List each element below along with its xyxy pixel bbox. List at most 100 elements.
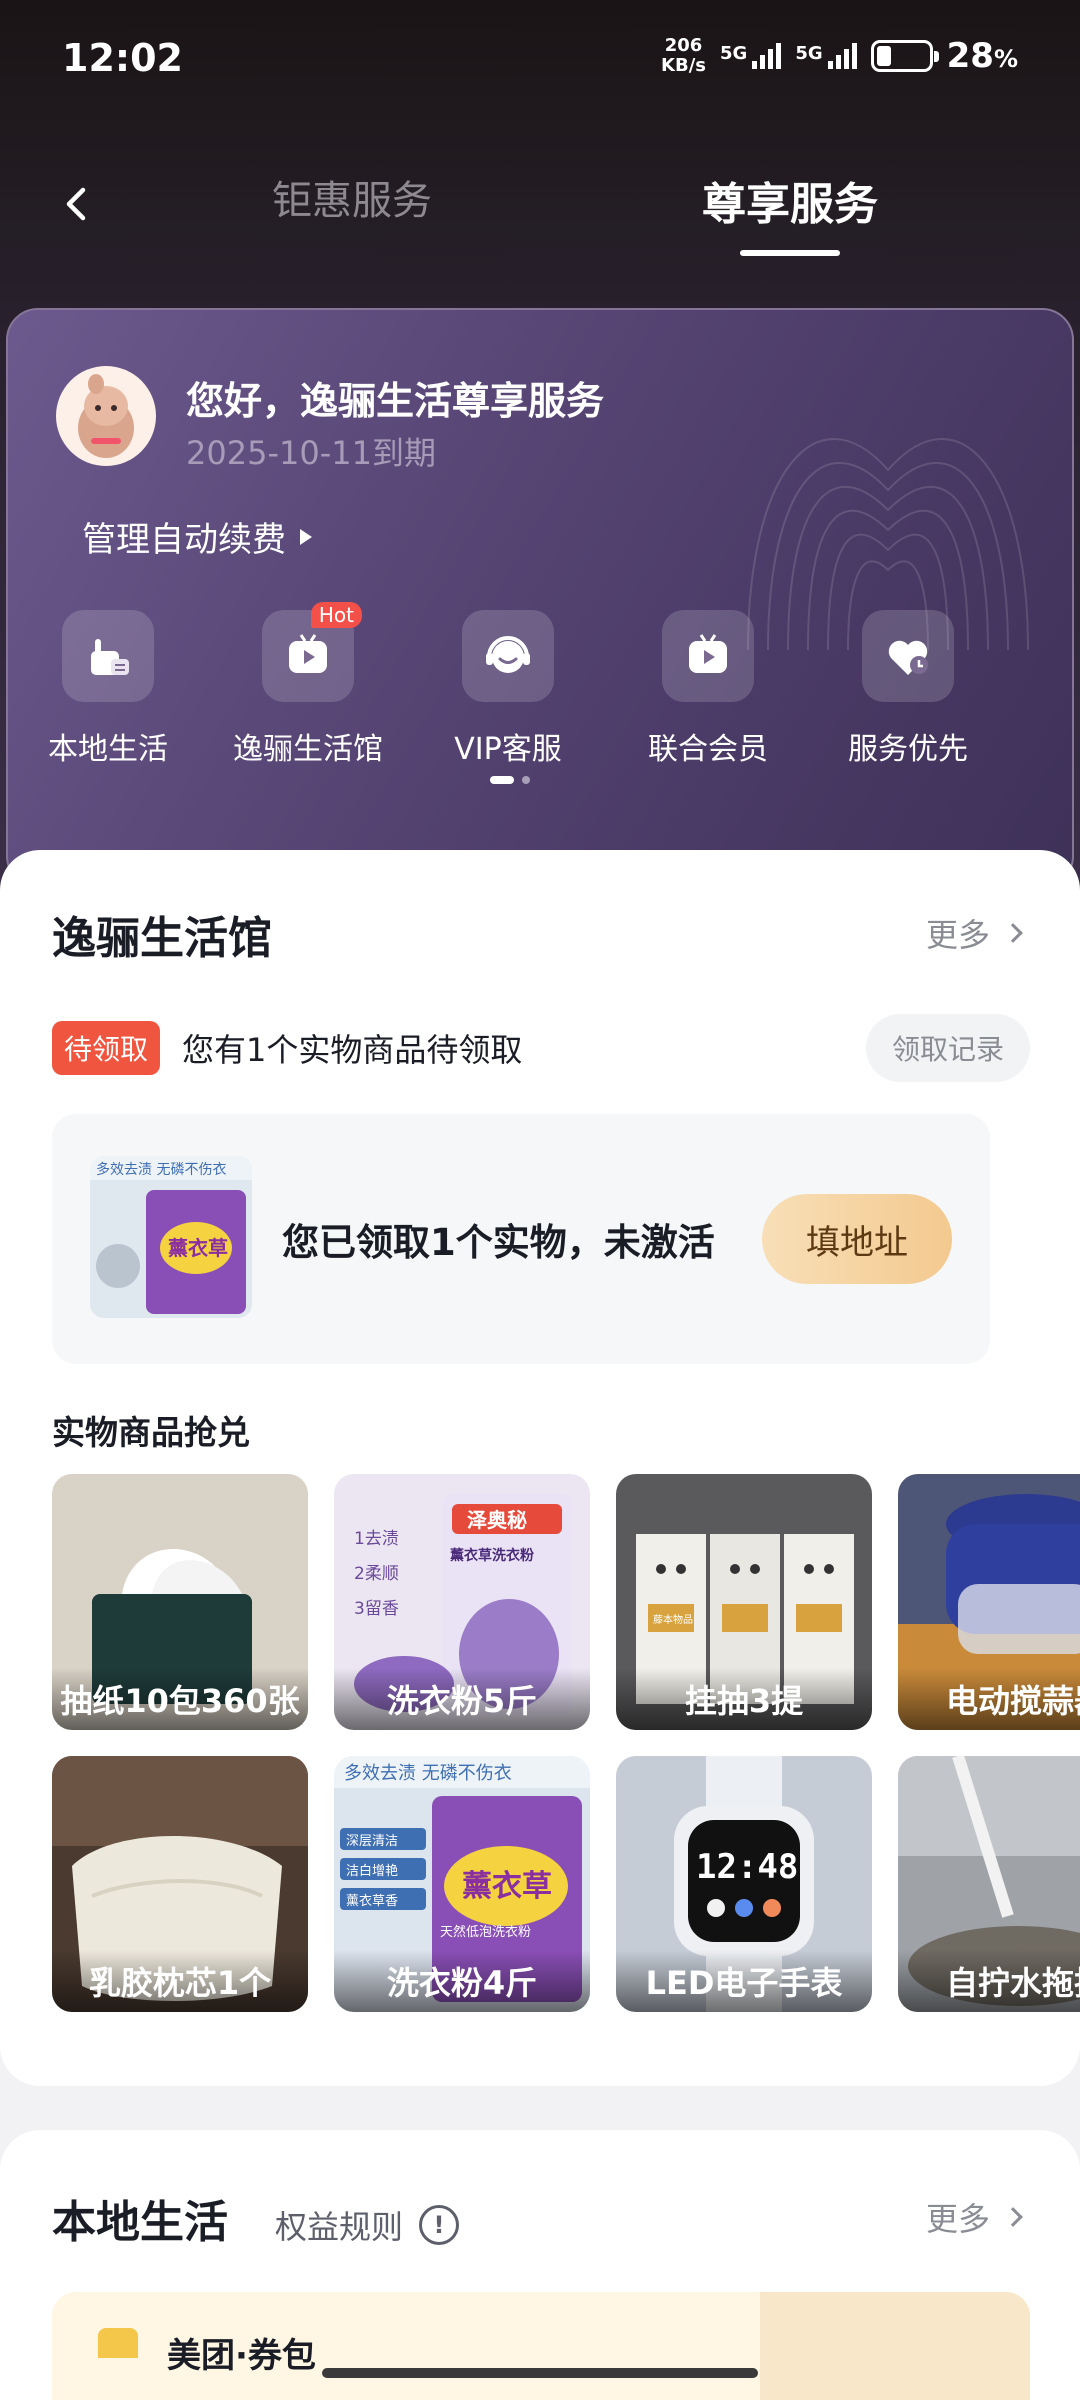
service-label: 联合会员 — [648, 732, 768, 767]
chevron-right-icon — [1003, 923, 1023, 943]
tv-icon — [662, 610, 754, 702]
benefit-rules-link[interactable]: 权益规则 ! — [275, 2202, 460, 2248]
product-tissue[interactable]: 抽纸10包360张 — [52, 1474, 308, 1730]
product-name: 洗衣粉5斤 — [334, 1668, 590, 1730]
product-name: 抽纸10包360张 — [52, 1668, 308, 1730]
member-card: 您好，逸骊生活尊享服务 2025-10-11到期 管理自动续费 本地生活 Hot… — [6, 308, 1074, 888]
svg-text:薰衣草洗衣粉: 薰衣草洗衣粉 — [450, 1547, 534, 1564]
avatar-mascot-icon — [78, 374, 134, 458]
svg-text:洁白增艳: 洁白增艳 — [346, 1863, 398, 1879]
manage-auto-renew[interactable]: 管理自动续费 — [82, 512, 312, 561]
coupon-title: 美团·券包 — [167, 2336, 316, 2376]
battery-level: 28% — [946, 36, 1018, 76]
svg-text:藤本物品: 藤本物品 — [653, 1613, 693, 1626]
service-local-life[interactable]: 本地生活 — [8, 610, 208, 768]
svg-text:薰衣草: 薰衣草 — [462, 1869, 552, 1904]
greeting-text: 您好，逸骊生活尊享服务 — [186, 379, 605, 423]
signal-icon-2: 5G — [795, 43, 857, 69]
svg-text:2柔顺: 2柔顺 — [354, 1564, 399, 1584]
auto-renew-label: 管理自动续费 — [82, 520, 286, 560]
tab-premium-service[interactable]: 尊享服务 — [702, 168, 878, 232]
svg-text:泽奥秘: 泽奥秘 — [467, 1508, 527, 1532]
product-detergent-5[interactable]: 泽奥秘薰衣草洗衣粉 1去渍 2柔顺 3留香 洗衣粉5斤 — [334, 1474, 590, 1730]
product-pillow[interactable]: 乳胶枕芯1个 — [52, 1756, 308, 2012]
network-type-2: 5G — [795, 43, 823, 64]
product-led-watch[interactable]: 12:48 LED电子手表 — [616, 1756, 872, 2012]
detergent-image-icon: 多效去渍 无磷不伤衣 薰衣草 — [90, 1156, 252, 1318]
info-icon: ! — [419, 2205, 460, 2245]
product-detergent-4[interactable]: 多效去渍 无磷不伤衣 薰衣草 天然低泡洗衣粉 深层清洁 洁白增艳 薰衣草香 洗衣粉4斤 — [334, 1756, 590, 2012]
product-name: 乳胶枕芯1个 — [52, 1950, 308, 2012]
heart-icon — [862, 610, 954, 702]
product-hanging-tissue[interactable]: 藤本物品 挂抽3提 — [616, 1474, 872, 1730]
local-coupon-card[interactable]: 美团·券包 — [52, 2292, 1030, 2400]
product-row-1: 抽纸10包360张 泽奥秘薰衣草洗衣粉 1去渍 2柔顺 3留香 洗衣粉5斤 藤本物品 … — [52, 1474, 1080, 1730]
expiry-date: 2025-10-11到期 — [186, 434, 436, 472]
service-joint-membership[interactable]: 联合会员 — [608, 610, 808, 768]
signal-icon-1: 5G — [720, 43, 782, 69]
svg-text:3留香: 3留香 — [354, 1599, 399, 1619]
service-label: 本地生活 — [48, 732, 168, 767]
gift-card: 多效去渍 无磷不伤衣 薰衣草 您已领取1个实物，未激活 填地址 — [52, 1114, 990, 1364]
status-bar: 12:02 206 KB/s 5G 5G 28% — [0, 0, 1080, 120]
product-name: 电动搅蒜器 — [898, 1668, 1080, 1730]
svg-text:薰衣草香: 薰衣草香 — [346, 1893, 398, 1909]
section-title: 本地生活 — [52, 2197, 228, 2248]
avatar[interactable] — [56, 366, 156, 466]
back-button[interactable] — [55, 180, 103, 228]
fill-address-button[interactable]: 填地址 — [762, 1194, 952, 1284]
service-label: VIP客服 — [454, 732, 562, 767]
pending-badge: 待领取 — [52, 1021, 161, 1075]
product-name: 挂抽3提 — [616, 1668, 872, 1730]
battery-icon — [870, 40, 939, 72]
home-indicator[interactable] — [322, 2368, 758, 2378]
product-row-2: 乳胶枕芯1个 多效去渍 无磷不伤衣 薰衣草 天然低泡洗衣粉 深层清洁 洁白增艳 薰衣草香 … — [52, 1756, 1080, 2012]
product-name: 洗衣粉4斤 — [334, 1950, 590, 2012]
product-mop[interactable]: 自拧水拖把 — [898, 1756, 1080, 2012]
svg-text:深层清洁: 深层清洁 — [346, 1834, 398, 1849]
lifestore-section: 逸骊生活馆 更多 待领取 您有1个实物商品待领取 领取记录 多效去渍 无磷不伤衣… — [0, 850, 1080, 2086]
speed-unit: KB/s — [661, 55, 706, 76]
service-label: 逸骊生活馆 — [233, 732, 383, 767]
back-arrow-icon — [66, 187, 86, 221]
coupon-icon — [98, 2328, 138, 2358]
more-label: 更多 — [925, 2200, 990, 2238]
rules-label: 权益规则 — [275, 2208, 404, 2246]
gift-thumbnail: 多效去渍 无磷不伤衣 薰衣草 — [90, 1156, 252, 1318]
svg-text:薰衣草: 薰衣草 — [168, 1236, 228, 1260]
headset-icon — [462, 610, 554, 702]
svg-text:12:48: 12:48 — [696, 1847, 798, 1887]
play-tv-icon: Hot — [262, 602, 362, 702]
network-speed: 206 KB/s — [661, 36, 706, 76]
status-icons: 206 KB/s 5G 5G 28% — [661, 36, 1018, 77]
local-life-icon — [62, 610, 154, 702]
pending-text: 您有1个实物商品待领取 — [182, 1031, 523, 1069]
service-label: 服务优先 — [848, 732, 968, 767]
more-link[interactable]: 更多 — [925, 910, 1023, 956]
service-priority[interactable]: 服务优先 — [808, 610, 1008, 768]
tab-discount-service[interactable]: 钜惠服务 — [272, 168, 432, 226]
top-nav: 钜惠服务 尊享服务 — [0, 150, 1080, 260]
local-life-section: 本地生活 权益规则 ! 更多 美团·券包 — [0, 2130, 1080, 2400]
status-time: 12:02 — [62, 36, 183, 80]
claim-record-button[interactable]: 领取记录 — [865, 1014, 1030, 1082]
redeem-section-title: 实物商品抢兑 — [52, 1413, 250, 1452]
page-indicator — [490, 776, 530, 784]
gift-message: 您已领取1个实物，未激活 — [282, 1221, 715, 1264]
service-vip-support[interactable]: VIP客服 — [408, 610, 608, 768]
more-link[interactable]: 更多 — [925, 2194, 1023, 2240]
product-name: LED电子手表 — [616, 1950, 872, 2012]
svg-text:多效去渍 无磷不伤衣: 多效去渍 无磷不伤衣 — [96, 1161, 226, 1178]
chevron-right-icon — [1003, 2207, 1023, 2227]
section-title: 逸骊生活馆 — [52, 913, 272, 964]
screen: 12:02 206 KB/s 5G 5G 28% 钜惠服务 尊享服务 您好，逸骊… — [0, 0, 1080, 2400]
svg-text:多效去渍 无磷不伤衣: 多效去渍 无磷不伤衣 — [344, 1763, 512, 1784]
hot-badge: Hot — [310, 602, 362, 628]
more-label: 更多 — [925, 916, 990, 954]
coupon-decoration — [760, 2292, 1030, 2400]
svg-text:1去渍: 1去渍 — [354, 1529, 399, 1549]
service-lifestore[interactable]: Hot 逸骊生活馆 — [208, 602, 408, 768]
triangle-right-icon — [300, 528, 312, 545]
network-type-1: 5G — [720, 43, 748, 64]
product-garlic-chopper[interactable]: 电动搅蒜器 — [898, 1474, 1080, 1730]
